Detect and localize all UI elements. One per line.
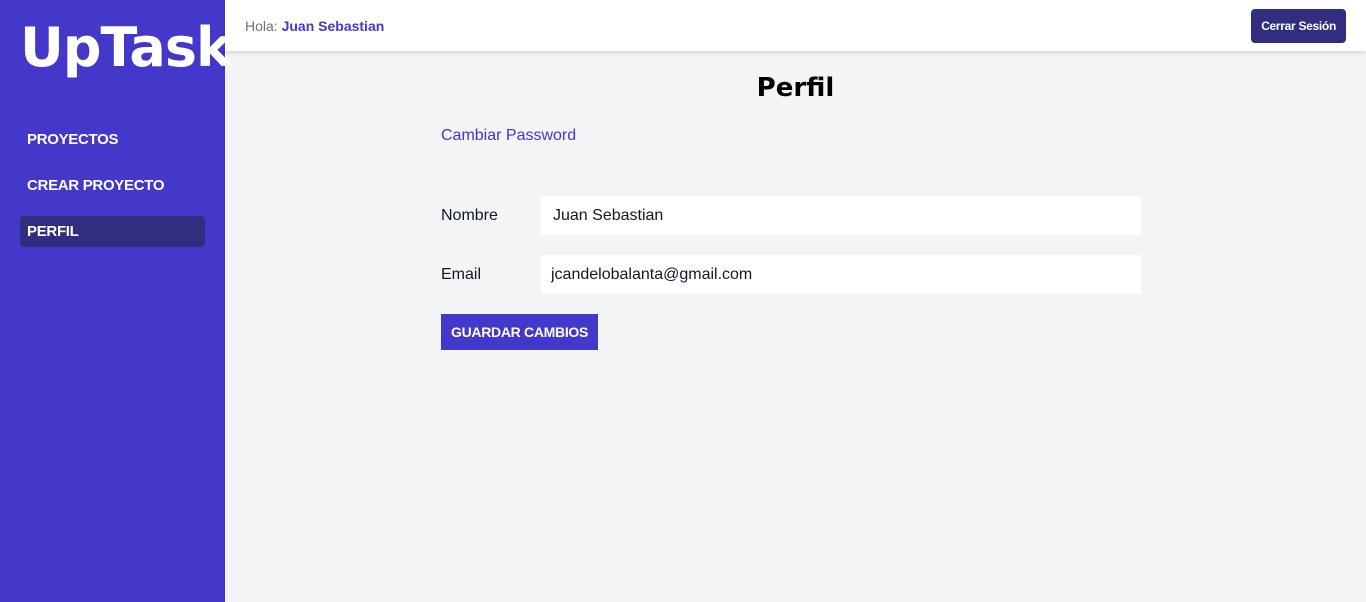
page-title: Perfil — [756, 73, 835, 103]
sidebar-item-proyectos[interactable]: PROYECTOS — [20, 124, 205, 155]
email-row: Email — [441, 255, 1141, 294]
nombre-input[interactable] — [541, 196, 1141, 235]
change-password-link[interactable]: Cambiar Password — [441, 127, 576, 145]
app-root: UpTask PROYECTOS CREAR PROYECTO PERFIL H… — [0, 0, 1366, 602]
logout-button[interactable]: Cerrar Sesión — [1251, 8, 1346, 43]
email-label: Email — [441, 265, 482, 283]
greeting-prefix: Hola: — [245, 17, 278, 34]
user-name: Juan Sebastian — [281, 17, 385, 34]
main-area: Hola: Juan Sebastian Cerrar Sesión Perfi… — [225, 0, 1366, 602]
sidebar-nav: PROYECTOS CREAR PROYECTO PERFIL — [20, 124, 205, 247]
sidebar: UpTask PROYECTOS CREAR PROYECTO PERFIL — [0, 0, 232, 602]
logo[interactable]: UpTask — [20, 20, 232, 76]
sidebar-item-crear-proyecto[interactable]: CREAR PROYECTO — [20, 170, 205, 201]
save-changes-button[interactable]: GUARDAR CAMBIOS — [441, 314, 599, 350]
email-input[interactable] — [541, 255, 1141, 294]
sidebar-item-perfil[interactable]: PERFIL — [20, 216, 205, 247]
nombre-row: Nombre — [441, 196, 1141, 235]
greeting: Hola: Juan Sebastian — [245, 18, 384, 34]
topbar: Hola: Juan Sebastian Cerrar Sesión — [225, 0, 1366, 51]
nombre-label: Nombre — [441, 206, 498, 224]
